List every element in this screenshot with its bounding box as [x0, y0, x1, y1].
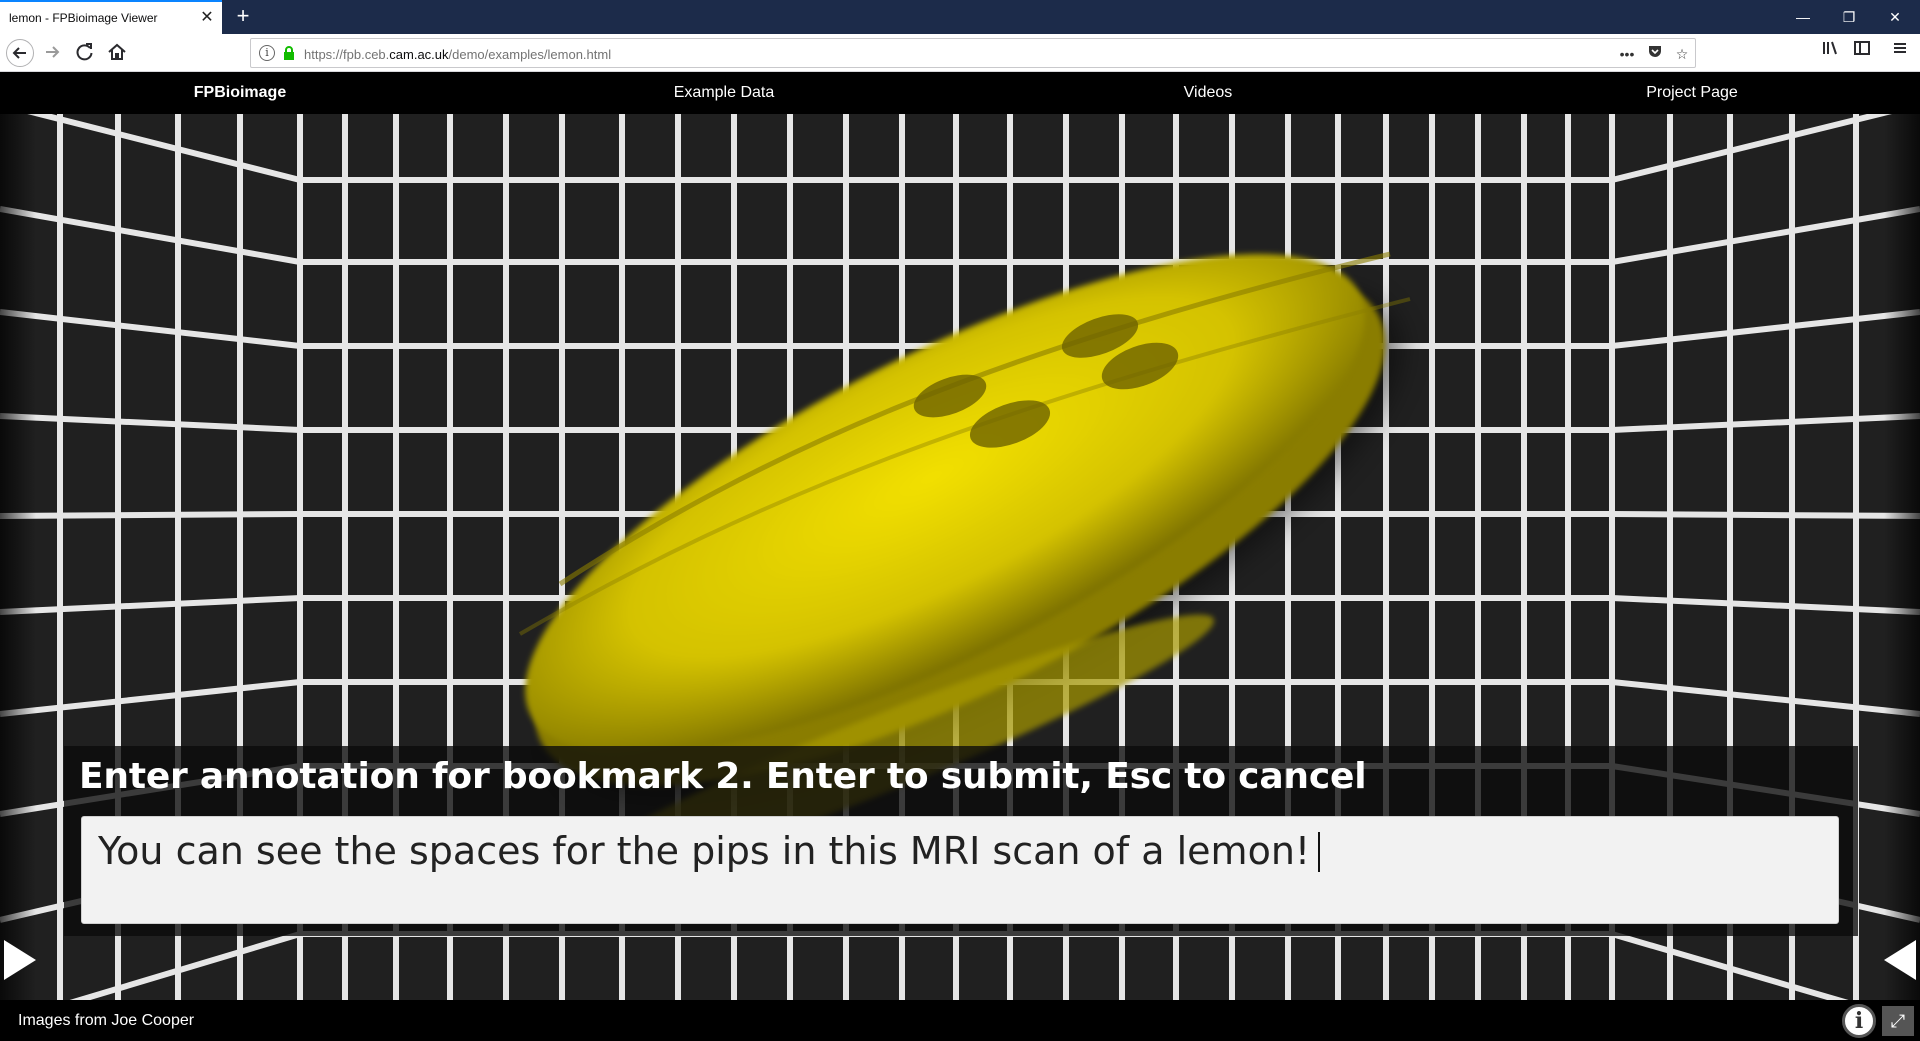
- tab-title: lemon - FPBioimage Viewer: [9, 11, 158, 25]
- browser-nav-bar: i https://fpb.ceb.cam.ac.uk/demo/example…: [0, 34, 1920, 72]
- nav-fpbioimage[interactable]: FPBioimage: [0, 72, 480, 114]
- annotation-input-value[interactable]: You can see the spaces for the pips in t…: [98, 829, 1321, 873]
- info-icon[interactable]: i: [259, 45, 275, 61]
- browser-tab-active[interactable]: lemon - FPBioimage Viewer ✕: [0, 0, 222, 34]
- library-icon[interactable]: [1816, 39, 1844, 67]
- annotation-input[interactable]: You can see the spaces for the pips in t…: [81, 816, 1839, 924]
- close-window-button[interactable]: ✕: [1872, 0, 1918, 34]
- text-caret: [1318, 832, 1321, 872]
- new-tab-button[interactable]: +: [231, 4, 255, 28]
- back-icon[interactable]: [6, 39, 34, 67]
- volume-viewer[interactable]: Enter annotation for bookmark 2. Enter t…: [0, 114, 1920, 1000]
- url-bar[interactable]: i https://fpb.ceb.cam.ac.uk/demo/example…: [250, 38, 1696, 68]
- sidebar-icon[interactable]: [1848, 39, 1876, 67]
- browser-tab-bar: lemon - FPBioimage Viewer ✕ + — ❐ ✕: [0, 0, 1920, 34]
- site-nav: FPBioimage Example Data Videos Project P…: [0, 72, 1920, 114]
- minimize-button[interactable]: —: [1780, 0, 1826, 34]
- nav-videos[interactable]: Videos: [968, 72, 1448, 114]
- restore-button[interactable]: ❐: [1826, 0, 1872, 34]
- right-edge-shade: [1884, 114, 1920, 1000]
- bookmark-star-icon[interactable]: ☆: [1670, 43, 1694, 65]
- annotation-panel: Enter annotation for bookmark 2. Enter t…: [64, 746, 1858, 936]
- fullscreen-icon[interactable]: ⤢: [1882, 1006, 1914, 1036]
- tab-close-icon[interactable]: ✕: [199, 10, 215, 26]
- home-icon[interactable]: [103, 39, 131, 67]
- pocket-icon[interactable]: [1643, 43, 1667, 65]
- play-forward-icon[interactable]: [4, 940, 36, 980]
- nav-example-data[interactable]: Example Data: [484, 72, 964, 114]
- forward-icon[interactable]: [38, 39, 66, 67]
- menu-icon[interactable]: [1886, 39, 1914, 67]
- nav-project-page[interactable]: Project Page: [1452, 72, 1920, 114]
- play-backward-icon[interactable]: [1884, 940, 1916, 980]
- viewer-footer: Images from Joe Cooper i ⤢: [0, 1000, 1920, 1041]
- lock-icon: [281, 45, 297, 61]
- left-edge-shade: [0, 114, 36, 1000]
- page-content: FPBioimage Example Data Videos Project P…: [0, 72, 1920, 1041]
- image-credit: Images from Joe Cooper: [18, 1012, 195, 1029]
- url-text[interactable]: https://fpb.ceb.cam.ac.uk/demo/examples/…: [304, 47, 611, 62]
- annotation-prompt: Enter annotation for bookmark 2. Enter t…: [79, 756, 1367, 797]
- info-button-icon[interactable]: i: [1842, 1004, 1876, 1038]
- reload-icon[interactable]: [71, 39, 99, 67]
- page-actions-icon[interactable]: •••: [1615, 43, 1639, 65]
